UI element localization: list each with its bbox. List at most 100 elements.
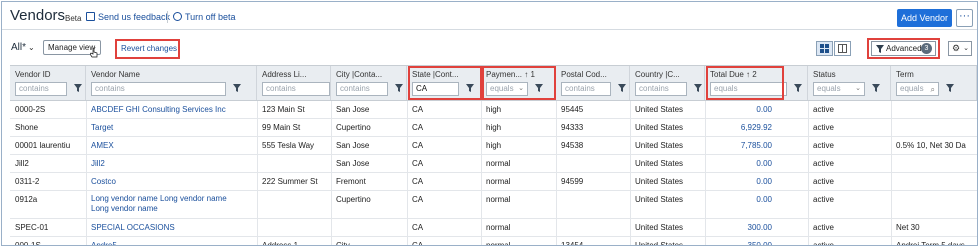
advanced-filter-button[interactable]: Advanced 3 xyxy=(871,41,936,56)
column-divider xyxy=(891,101,892,245)
table-row[interactable]: SPEC-01 SPECIAL OCCASIONS CA normal United S… xyxy=(10,219,977,237)
cell-total-due: 350.00 xyxy=(747,241,772,246)
filter-input-address-line[interactable]: contains xyxy=(262,82,330,96)
column-header-postal-code[interactable]: Postal Cod... contains xyxy=(556,66,630,100)
cell-vendor-name[interactable]: SPECIAL OCCASIONS xyxy=(91,223,175,232)
table-row[interactable]: Jill2 Jill2 San Jose CA normal United States 0… xyxy=(10,155,977,173)
column-header-city[interactable]: City |Conta... contains xyxy=(331,66,407,100)
filter-input-term[interactable]: equals ⌕ xyxy=(896,82,939,96)
filter-input-vendor-name[interactable]: contains xyxy=(91,82,226,96)
view-selector[interactable]: All* ⌄ xyxy=(11,42,35,53)
cell-address-line: Address 1 xyxy=(262,241,299,246)
cell-term: 0.5% 10, Net 30 Da xyxy=(896,141,966,150)
filter-icon xyxy=(876,45,884,53)
send-feedback-link[interactable]: Send us feedback xyxy=(86,12,170,22)
advanced-count-badge: 3 xyxy=(921,43,932,54)
cell-status: active xyxy=(813,141,834,150)
filter-icon[interactable] xyxy=(233,84,241,92)
filter-icon[interactable] xyxy=(794,84,802,92)
filter-input-city[interactable]: contains xyxy=(336,82,388,96)
column-header-address-line[interactable]: Address Li... contains xyxy=(257,66,345,100)
column-header-term[interactable]: Term equals ⌕ xyxy=(891,66,977,100)
filter-icon[interactable] xyxy=(946,84,954,92)
column-header-vendor-id[interactable]: Vendor ID contains xyxy=(10,66,86,100)
cell-postal-code: 94333 xyxy=(561,123,584,132)
cell-vendor-name[interactable]: Andre5 xyxy=(91,241,117,245)
cell-postal-code: 95445 xyxy=(561,105,584,114)
cell-total-due: 300.00 xyxy=(747,223,772,232)
filter-icon[interactable] xyxy=(74,84,82,92)
revert-changes-link[interactable]: Revert changes xyxy=(121,44,177,53)
highlight-total-due-filter xyxy=(706,66,784,100)
cell-address-line: 99 Main St xyxy=(262,123,301,132)
add-vendor-button[interactable]: Add Vendor xyxy=(897,9,952,27)
table-row[interactable]: 0912a Long vendor name Long vendor name L… xyxy=(10,191,977,219)
cell-payment-priority: normal xyxy=(486,223,511,232)
vendors-window: Vendors Beta Send us feedback Turn off b… xyxy=(1,1,978,246)
table-row[interactable]: Shone Target 99 Main St Cupertino CA high 9433… xyxy=(10,119,977,137)
cell-vendor-id: 0912a xyxy=(15,195,38,204)
column-divider xyxy=(86,101,87,245)
column-divider xyxy=(630,101,631,245)
more-options-button[interactable]: ··· xyxy=(956,9,973,27)
cell-city: San Jose xyxy=(336,159,370,168)
page-header: Vendors Beta Send us feedback Turn off b… xyxy=(2,2,977,30)
cell-city: Cupertino xyxy=(336,195,371,204)
search-icon: ⌕ xyxy=(930,85,935,94)
filter-value: equals xyxy=(817,84,841,93)
send-feedback-label: Send us feedback xyxy=(98,12,171,22)
column-divider xyxy=(331,101,332,245)
cell-status: active xyxy=(813,123,834,132)
table-row[interactable]: 0311-2 Costco 222 Summer St Fremont CA normal… xyxy=(10,173,977,191)
filter-icon[interactable] xyxy=(618,84,626,92)
chevron-down-icon: ⌄ xyxy=(963,45,969,52)
column-divider xyxy=(705,101,706,245)
cell-vendor-name[interactable]: ABCDEF GHI Consulting Services Inc xyxy=(91,105,226,114)
column-header-vendor-name[interactable]: Vendor Name contains xyxy=(86,66,257,100)
cell-address-line: 222 Summer St xyxy=(262,177,318,186)
filter-value: contains xyxy=(340,84,370,93)
column-divider xyxy=(257,101,258,245)
filter-input-postal-code[interactable]: contains xyxy=(561,82,611,96)
column-label: Vendor ID xyxy=(15,70,51,79)
filter-icon[interactable] xyxy=(872,84,880,92)
cell-vendor-name[interactable]: Target xyxy=(91,123,113,132)
column-label: City |Conta... xyxy=(336,70,383,79)
cell-payment-priority: normal xyxy=(486,177,511,186)
cell-status: active xyxy=(813,177,834,186)
cell-state: CA xyxy=(412,105,424,114)
cell-payment-priority: normal xyxy=(486,159,511,168)
filter-input-status[interactable]: equals ⌄ xyxy=(813,82,865,96)
cell-vendor-name[interactable]: AMEX xyxy=(91,141,114,150)
cell-total-due: 6,929.92 xyxy=(740,123,772,132)
column-label: Vendor Name xyxy=(91,70,140,79)
cell-vendor-name[interactable]: Costco xyxy=(91,177,116,186)
turn-off-beta-link[interactable]: Turn off beta xyxy=(173,12,236,22)
filter-icon[interactable] xyxy=(395,84,403,92)
split-view-toggle[interactable] xyxy=(834,41,851,56)
cell-address-line: 555 Tesla Way xyxy=(262,141,315,150)
table-row[interactable]: 00001 laurentiu AMEX 555 Tesla Way San Jose… xyxy=(10,137,977,155)
table-row[interactable]: 000-1S Andre5 Address 1 City CA normal 13454 Un… xyxy=(10,237,977,246)
column-header-country[interactable]: Country |C... contains xyxy=(630,66,705,100)
chevron-down-icon: ⌄ xyxy=(28,43,35,52)
table-row[interactable]: 0000-2S ABCDEF GHI Consulting Services In… xyxy=(10,101,977,119)
cell-vendor-name[interactable]: Jill2 xyxy=(91,159,105,168)
cell-state: CA xyxy=(412,141,424,150)
filter-input-vendor-id[interactable]: contains xyxy=(15,82,67,96)
cell-vendor-name[interactable]: Long vendor name Long vendor name Long v… xyxy=(91,194,231,214)
cell-country: United States xyxy=(635,105,684,114)
cell-state: CA xyxy=(412,177,424,186)
cell-vendor-id: Jill2 xyxy=(15,159,29,168)
grid-view-toggle[interactable] xyxy=(816,41,833,56)
filter-value: contains xyxy=(639,84,669,93)
filter-icon[interactable] xyxy=(694,84,702,92)
column-header-status[interactable]: Status equals ⌄ xyxy=(808,66,891,100)
filter-input-country[interactable]: contains xyxy=(635,82,687,96)
settings-dropdown[interactable]: ⚙ ⌄ xyxy=(948,41,972,56)
cell-postal-code: 94538 xyxy=(561,141,584,150)
column-divider xyxy=(808,101,809,245)
feedback-icon xyxy=(86,12,95,21)
advanced-label: Advanced xyxy=(886,44,922,53)
manage-view-label: Manage view xyxy=(48,43,96,52)
